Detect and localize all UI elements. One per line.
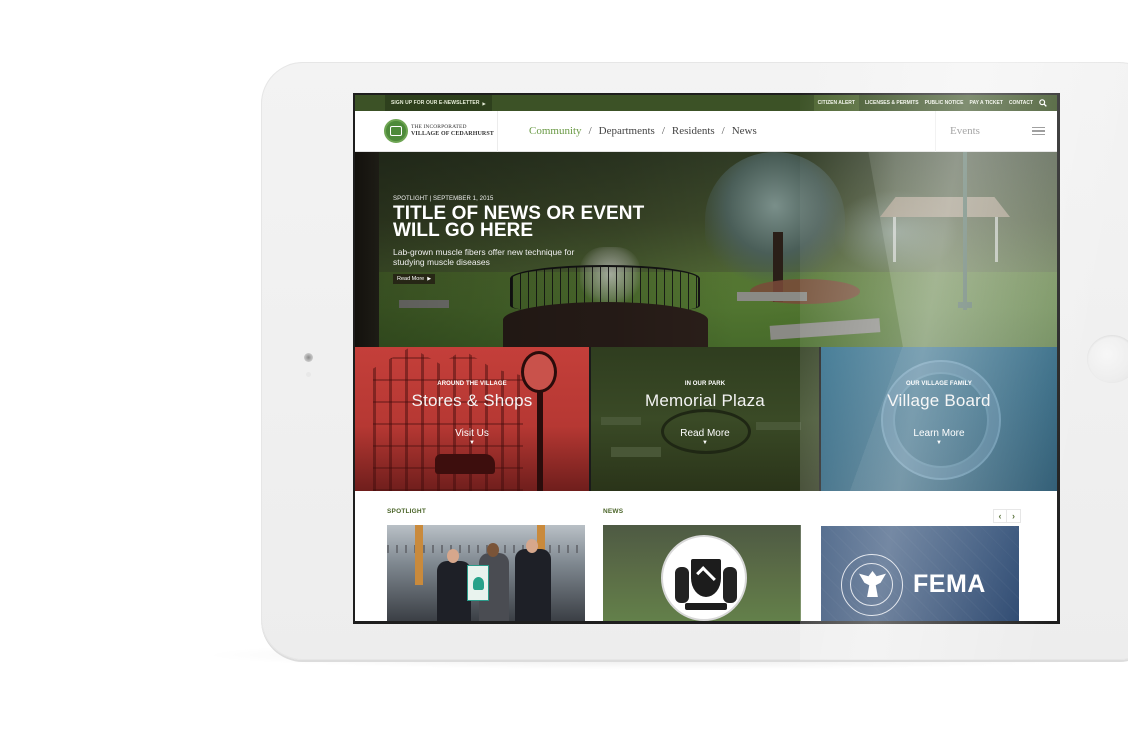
crest-shield bbox=[691, 559, 721, 597]
crest-banner bbox=[685, 603, 727, 610]
feature-tiles: Around the Village Stores & Shops Visit … bbox=[355, 347, 1057, 491]
tile-content: Around the Village Stores & Shops Visit … bbox=[355, 381, 589, 446]
hero-read-more-button[interactable]: Read More ▶ bbox=[393, 274, 436, 284]
triangle-right-icon: ▶ bbox=[482, 100, 486, 106]
main-header: The Incorporated Village of Cedarhurst C… bbox=[355, 110, 1057, 152]
down-arrow-icon: ▼ bbox=[702, 440, 708, 446]
nav-separator: / bbox=[588, 125, 592, 137]
hero-bench bbox=[737, 292, 807, 301]
hamburger-icon[interactable] bbox=[1032, 127, 1045, 135]
site-logo[interactable]: The Incorporated Village of Cedarhurst bbox=[355, 110, 498, 152]
tile-kicker: In Our Park bbox=[684, 381, 726, 387]
tile-memorial-plaza[interactable]: In Our Park Memorial Plaza Read More ▼ bbox=[589, 347, 819, 491]
events-link[interactable]: Events bbox=[950, 125, 980, 137]
read-more-link[interactable]: Read More bbox=[680, 428, 729, 439]
utility-bar: Sign up for our E-Newsletter ▶ Citizen A… bbox=[355, 95, 1057, 111]
village-seal-icon bbox=[384, 119, 408, 143]
pillar bbox=[415, 525, 423, 585]
person-head bbox=[487, 543, 499, 557]
nav-departments[interactable]: Departments bbox=[599, 125, 655, 137]
hero-kicker: Spotlight | September 1, 2015 bbox=[393, 196, 494, 202]
crest-figure bbox=[675, 567, 689, 603]
next-arrow-icon[interactable]: › bbox=[1007, 509, 1021, 523]
tile-content: In Our Park Memorial Plaza Read More ▼ bbox=[591, 381, 819, 446]
tile-stores-shops[interactable]: Around the Village Stores & Shops Visit … bbox=[355, 347, 589, 491]
nav-separator: / bbox=[721, 125, 725, 137]
spotlight-label: Spotlight bbox=[387, 508, 426, 515]
contact-link[interactable]: Contact bbox=[1009, 100, 1033, 106]
newsletter-label: Sign up for our E-Newsletter bbox=[391, 100, 480, 106]
tile-title: Memorial Plaza bbox=[645, 391, 765, 410]
village-crest-icon bbox=[661, 535, 747, 621]
events-area: Events bbox=[935, 110, 1057, 152]
camera-icon bbox=[304, 353, 313, 362]
hero-description: Lab-grown muscle fibers offer new techni… bbox=[393, 247, 575, 267]
car-shape bbox=[435, 454, 495, 474]
play-arrow-icon: ▶ bbox=[427, 276, 432, 282]
park-bench bbox=[611, 447, 661, 457]
nav-residents[interactable]: Residents bbox=[672, 125, 715, 137]
learn-more-link[interactable]: Learn More bbox=[913, 428, 964, 439]
hero-title-line2: Will Go Here bbox=[393, 220, 534, 241]
utility-links: Citizen Alert Licenses & Permits Public … bbox=[813, 95, 1047, 111]
nav-separator: / bbox=[661, 125, 665, 137]
down-arrow-icon: ▼ bbox=[936, 440, 942, 446]
tablet-screen: Sign up for our E-Newsletter ▶ Citizen A… bbox=[353, 93, 1060, 624]
slider-controls: ‹ › bbox=[993, 509, 1021, 523]
hero-title: Title of News or Event Will Go Here bbox=[393, 204, 693, 241]
person bbox=[515, 549, 551, 621]
hero-content: Spotlight | September 1, 2015 Title of N… bbox=[393, 196, 693, 285]
person-head bbox=[447, 549, 459, 563]
news-section: Spotlight News ‹ › bbox=[355, 491, 1057, 621]
public-notice-link[interactable]: Public Notice bbox=[925, 100, 964, 106]
fema-logo-text: FEMA bbox=[913, 570, 986, 598]
award-plaque bbox=[467, 565, 489, 601]
news-card[interactable] bbox=[603, 525, 801, 621]
sensor-dot bbox=[306, 372, 311, 377]
website: Sign up for our E-Newsletter ▶ Citizen A… bbox=[355, 95, 1057, 621]
licenses-permits-link[interactable]: Licenses & Permits bbox=[865, 100, 919, 106]
logo-line2: Village of Cedarhurst bbox=[411, 130, 494, 137]
person-head bbox=[526, 539, 538, 553]
crest-figure bbox=[723, 567, 737, 603]
newsletter-signup-button[interactable]: Sign up for our E-Newsletter ▶ bbox=[385, 95, 492, 111]
person bbox=[437, 561, 471, 621]
main-nav: Community / Departments / Residents / Ne… bbox=[498, 125, 935, 137]
citizen-alert-link[interactable]: Citizen Alert bbox=[813, 95, 859, 111]
prev-arrow-icon[interactable]: ‹ bbox=[993, 509, 1007, 523]
hero-read-more-label: Read More bbox=[397, 276, 425, 282]
down-arrow-icon: ▼ bbox=[469, 440, 475, 446]
nav-community[interactable]: Community bbox=[529, 125, 582, 137]
tile-content: Our Village Family Village Board Learn M… bbox=[821, 381, 1057, 446]
tile-title: Village Board bbox=[887, 391, 991, 410]
tile-kicker: Around the Village bbox=[437, 381, 507, 387]
visit-us-link[interactable]: Visit Us bbox=[455, 428, 489, 439]
tile-kicker: Our Village Family bbox=[906, 381, 972, 387]
tile-village-board[interactable]: Our Village Family Village Board Learn M… bbox=[819, 347, 1057, 491]
search-icon[interactable] bbox=[1039, 99, 1047, 107]
spotlight-card[interactable] bbox=[387, 525, 585, 621]
fema-seal-icon bbox=[841, 554, 903, 616]
fema-card[interactable]: FEMA bbox=[821, 526, 1019, 621]
nav-news[interactable]: News bbox=[732, 125, 757, 137]
pay-ticket-link[interactable]: Pay a Ticket bbox=[969, 100, 1002, 106]
hero-banner: Spotlight | September 1, 2015 Title of N… bbox=[355, 152, 1057, 347]
logo-text: The Incorporated Village of Cedarhurst bbox=[411, 125, 494, 137]
news-label: News bbox=[603, 508, 624, 515]
tile-title: Stores & Shops bbox=[411, 391, 533, 410]
